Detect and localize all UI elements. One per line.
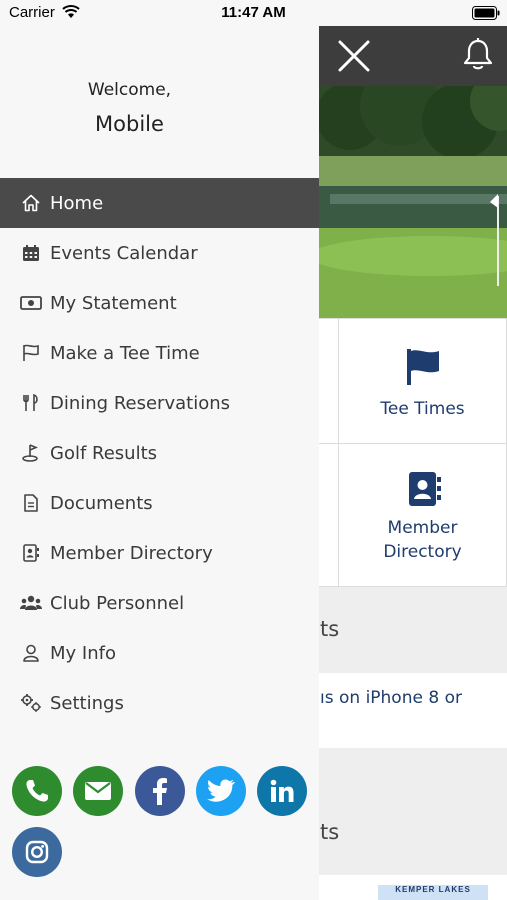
twitter-icon[interactable] — [196, 766, 246, 816]
bell-icon[interactable] — [460, 36, 496, 72]
menu-item-home[interactable]: Home — [0, 178, 319, 228]
people-icon — [20, 592, 42, 614]
user-icon — [20, 642, 42, 664]
menu-item-member-directory[interactable]: Member Directory — [0, 528, 319, 578]
menu-item-my-info[interactable]: My Info — [0, 628, 319, 678]
menu-item-label: Golf Results — [50, 442, 158, 464]
close-icon[interactable] — [334, 36, 374, 76]
phone-icon[interactable] — [12, 766, 62, 816]
flag-icon — [20, 342, 42, 364]
menu-item-club-personnel[interactable]: Club Personnel — [0, 578, 319, 628]
menu-item-label: Settings — [50, 692, 124, 714]
home-icon — [20, 192, 42, 214]
menu-item-documents[interactable]: Documents — [0, 478, 319, 528]
member-directory-label-2: Directory — [383, 542, 462, 562]
instagram-icon[interactable] — [12, 827, 62, 877]
tee-times-tile[interactable]: Tee Times — [338, 318, 507, 444]
menu-item-label: Club Personnel — [50, 592, 185, 614]
menu-item-label: Dining Reservations — [50, 392, 230, 414]
status-bar: Carrier 11:47 AM — [0, 0, 507, 26]
menu-item-label: Member Directory — [50, 542, 213, 564]
menu-item-label: Make a Tee Time — [50, 342, 200, 364]
battery-icon — [472, 6, 500, 24]
menu-item-dining-reservations[interactable]: Dining Reservations — [0, 378, 319, 428]
menu-item-make-tee-time[interactable]: Make a Tee Time — [0, 328, 319, 378]
directory-icon — [20, 542, 42, 564]
section-header-text: ts — [320, 617, 340, 641]
gears-icon — [20, 692, 42, 714]
document-icon — [20, 492, 42, 514]
menu-item-my-statement[interactable]: My Statement — [0, 278, 319, 328]
menu-item-label: Events Calendar — [50, 242, 198, 264]
golf-icon — [20, 442, 42, 464]
member-directory-label-1: Member — [387, 518, 458, 538]
tee-times-label: Tee Times — [380, 399, 465, 419]
money-icon — [20, 292, 42, 314]
member-directory-tile[interactable]: Member Directory — [338, 443, 507, 587]
side-drawer: Welcome, Mobile Home Events Calendar My … — [0, 26, 319, 900]
facebook-icon[interactable] — [135, 766, 185, 816]
flag-icon — [407, 349, 441, 390]
news-item-text: ıs on iPhone 8 or — [320, 688, 462, 708]
address-book-icon — [409, 472, 441, 511]
sponsor-banner[interactable]: KEMPER LAKES — [378, 885, 488, 900]
menu-item-label: My Info — [50, 642, 116, 664]
drawer-menu: Home Events Calendar My Statement Make a… — [0, 178, 319, 728]
menu-item-events-calendar[interactable]: Events Calendar — [0, 228, 319, 278]
menu-item-label: My Statement — [50, 292, 177, 314]
calendar-icon — [20, 242, 42, 264]
menu-item-label: Home — [50, 192, 104, 214]
menu-item-golf-results[interactable]: Golf Results — [0, 428, 319, 478]
welcome-text: Welcome, — [87, 80, 172, 100]
clock: 11:47 AM — [221, 4, 286, 21]
email-icon[interactable] — [73, 766, 123, 816]
section-header-text: ts — [320, 820, 340, 844]
menu-item-label: Documents — [50, 492, 153, 514]
user-name: Mobile — [95, 112, 164, 136]
menu-item-settings[interactable]: Settings — [0, 678, 319, 728]
linkedin-icon[interactable] — [257, 766, 307, 816]
fork-knife-icon — [20, 392, 42, 414]
